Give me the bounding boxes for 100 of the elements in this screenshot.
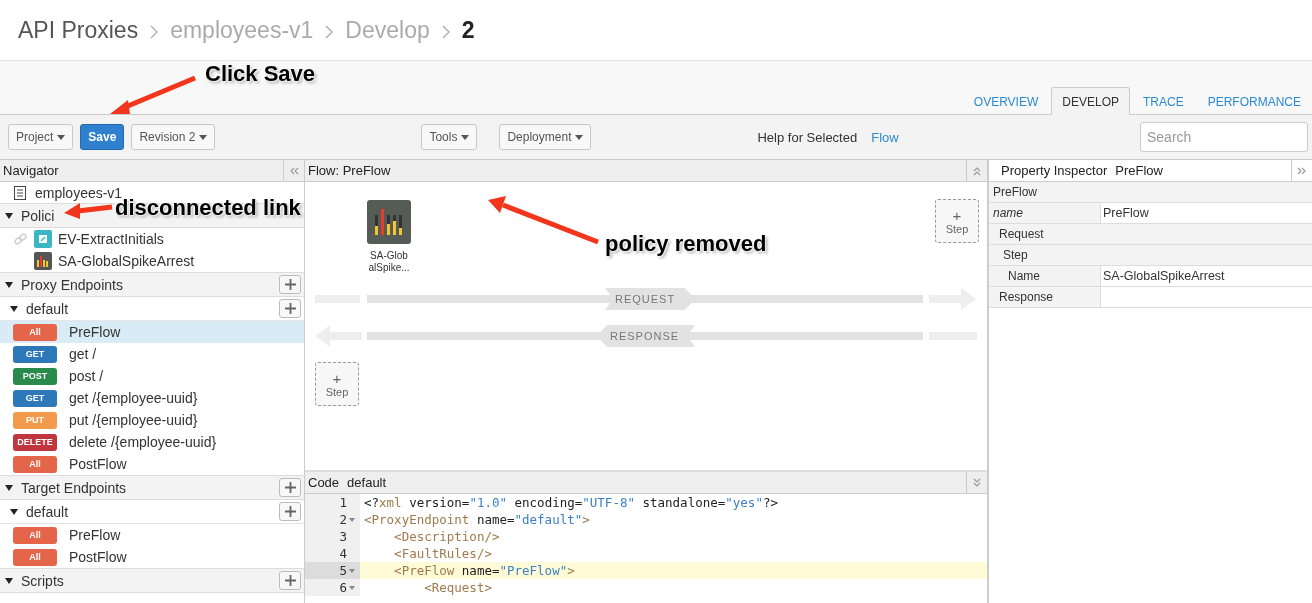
expanded-triangle-icon[interactable] (10, 305, 18, 312)
flow-label: get /{employee-uuid} (69, 390, 198, 406)
chevron-right-icon (441, 24, 450, 39)
callout-text: policy removed (605, 231, 767, 257)
dropdown-button[interactable]: Revision 2 (131, 124, 216, 150)
expanded-triangle-icon[interactable] (5, 577, 13, 584)
section-title[interactable]: Polici (21, 207, 55, 224)
method-badge: All (13, 455, 57, 473)
flow-item[interactable]: All PreFlow (0, 524, 304, 546)
flow-item[interactable]: All PreFlow (0, 321, 304, 343)
line-number: 5 (339, 563, 347, 578)
method-badge: GET (13, 345, 57, 363)
lane-label: RESPONSE (610, 330, 680, 342)
add-button[interactable] (279, 275, 301, 294)
property-label: Step (1002, 247, 1028, 264)
double-chevron-down-icon (973, 477, 981, 488)
add-step-button[interactable]: + Step (315, 362, 359, 406)
caret-icon (575, 134, 584, 140)
file-name: default (347, 475, 387, 490)
breadcrumb-item: 2 (461, 16, 475, 44)
breadcrumb-item[interactable]: API Proxies (18, 16, 139, 44)
flow-label: put /{employee-uuid} (69, 412, 198, 428)
help-link[interactable]: Flow (871, 129, 899, 145)
property-value[interactable]: SA-GlobalSpikeArrest (1101, 266, 1312, 286)
method-badge: All (13, 526, 57, 544)
line-number: 3 (339, 529, 347, 544)
dropdown-button[interactable]: Tools (421, 124, 478, 150)
dropdown-button[interactable]: Project (8, 124, 74, 150)
caret-icon (199, 134, 208, 140)
property-value[interactable]: PreFlow (1101, 203, 1312, 223)
flow-label: PreFlow (69, 324, 121, 340)
method-badge: PUT (13, 411, 57, 429)
fold-caret-icon[interactable] (349, 585, 355, 590)
callout-text: Click Save (205, 61, 316, 87)
callout-arrow (64, 203, 113, 219)
chevron-right-icon (150, 24, 159, 39)
code-line: <FaultRules/> (393, 545, 493, 562)
expanded-triangle-icon[interactable] (10, 508, 18, 515)
add-button[interactable] (279, 502, 301, 521)
policy-item[interactable]: SA-GlobalSpikeArrest (58, 253, 195, 269)
panel-title: Code (308, 475, 340, 490)
bar-chart-icon[interactable] (367, 200, 411, 244)
flow-item[interactable]: POST post / (0, 365, 304, 387)
expanded-triangle-icon[interactable] (5, 212, 13, 219)
plus-icon (284, 279, 296, 290)
code-line: <Request> (423, 579, 493, 596)
method-badge: All (13, 323, 57, 341)
document-icon (14, 185, 26, 200)
plus-icon (284, 575, 296, 586)
policy-label: alSpike... (368, 262, 410, 274)
flow-item[interactable]: DELETE delete /{employee-uuid} (0, 431, 304, 453)
flow-label: PostFlow (69, 549, 127, 565)
flow-item[interactable]: GET get /{employee-uuid} (0, 387, 304, 409)
bar-chart-icon (34, 252, 52, 270)
extract-policy-icon (34, 230, 52, 248)
line-number: 4 (339, 546, 347, 561)
tab[interactable]: DEVELOP (1051, 87, 1130, 115)
expanded-triangle-icon[interactable] (5, 281, 13, 288)
chevron-right-icon (325, 24, 334, 39)
flow-item[interactable]: All PostFlow (0, 453, 304, 475)
add-step-button[interactable]: + Step (935, 199, 979, 243)
double-chevron-right-icon (1297, 166, 1307, 175)
dropdown-button[interactable]: Deployment (499, 124, 592, 150)
endpoint-name[interactable]: default (26, 300, 69, 317)
caret-icon (57, 134, 66, 140)
plus-icon (284, 303, 296, 314)
endpoint-name[interactable]: default (26, 503, 69, 520)
double-chevron-left-icon (289, 166, 299, 175)
caret-icon (461, 134, 470, 140)
flow-label: PreFlow (69, 527, 121, 543)
method-badge: All (13, 548, 57, 566)
flow-item[interactable]: PUT put /{employee-uuid} (0, 409, 304, 431)
help-label: Help for Selected (757, 129, 858, 145)
flow-item[interactable]: GET get / (0, 343, 304, 365)
add-button[interactable] (279, 571, 301, 590)
section-title[interactable]: Scripts (21, 572, 64, 589)
add-button[interactable] (279, 299, 301, 318)
method-badge: POST (13, 367, 57, 385)
inspected-name: PreFlow (1115, 163, 1163, 178)
policy-item[interactable]: EV-ExtractInitials (58, 231, 164, 247)
fold-caret-icon[interactable] (349, 517, 355, 522)
policy-label: SA-Glob (370, 250, 408, 262)
property-label: PreFlow (992, 184, 1037, 201)
flow-label: delete /{employee-uuid} (69, 434, 217, 450)
flow-label: PostFlow (69, 456, 127, 472)
fold-caret-icon[interactable] (349, 568, 355, 573)
code-line: <Description/> (393, 528, 501, 545)
flow-label: post / (69, 368, 104, 384)
code-line: <ProxyEndpoint name="default"> (363, 511, 591, 528)
flow-item[interactable]: All PostFlow (0, 546, 304, 568)
method-badge: GET (13, 389, 57, 407)
search-field[interactable]: Search (1140, 122, 1308, 152)
lane-label: REQUEST (615, 293, 676, 305)
save-button[interactable]: Save (80, 124, 125, 150)
add-button[interactable] (279, 478, 301, 497)
line-number: 1 (339, 495, 347, 510)
tab[interactable]: OVERVIEW (962, 87, 1050, 115)
line-number: 6 (339, 580, 347, 595)
panel-title: Flow: PreFlow (308, 163, 391, 178)
expanded-triangle-icon[interactable] (5, 484, 13, 491)
